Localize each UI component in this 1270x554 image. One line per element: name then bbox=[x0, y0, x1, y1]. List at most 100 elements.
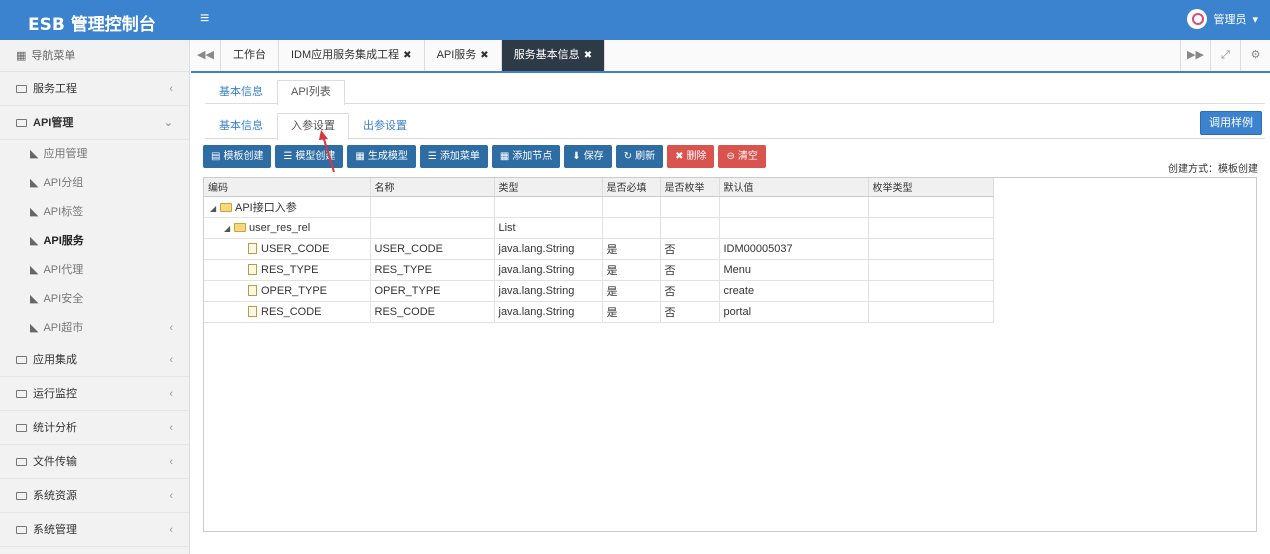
sidebar-item[interactable]: ◣ API代理 bbox=[0, 256, 189, 285]
column-header[interactable]: 编码 bbox=[204, 178, 371, 197]
table-cell: 是 bbox=[602, 301, 661, 323]
leaf-icon: ◣ bbox=[30, 322, 39, 334]
call-example-button[interactable]: 调用样例 bbox=[1200, 111, 1262, 135]
table-cell: create bbox=[719, 280, 869, 302]
param-tab[interactable]: 基本信息 bbox=[205, 113, 277, 138]
detail-tab[interactable]: 基本信息 bbox=[205, 80, 277, 103]
table-row[interactable]: RES_TYPE RES_TYPE java.lang.String 是否 Menu bbox=[204, 259, 994, 281]
sidebar-item[interactable]: ◣ API超市 ‹ bbox=[0, 314, 189, 343]
button-icon: ↻ bbox=[623, 151, 633, 162]
tree-expand-icon[interactable]: ◢ bbox=[224, 224, 234, 233]
detail-tab[interactable]: API列表 bbox=[277, 80, 345, 105]
sidebar-group[interactable]: 文件传输 ‹ bbox=[0, 445, 189, 479]
sidebar-group[interactable]: API管理 ⌄ bbox=[0, 106, 189, 140]
toolbar-button-label: 添加节点 bbox=[512, 151, 553, 162]
toolbar-button[interactable]: ▦ 生成模型 bbox=[347, 145, 416, 168]
leaf-icon: ◣ bbox=[30, 235, 39, 247]
table-cell: portal bbox=[719, 301, 869, 323]
table-cell: 是 bbox=[602, 259, 661, 281]
user-menu[interactable]: 管理员 ▾ bbox=[1187, 9, 1258, 29]
page-tab[interactable]: IDM应用服务集成工程 ✖ bbox=[279, 40, 425, 71]
button-icon: ⊖ bbox=[726, 151, 735, 162]
table-cell: OPER_TYPE bbox=[370, 280, 495, 302]
page-tab-bar: ◀◀ 工作台 IDM应用服务集成工程 ✖ API服务 ✖ 服务基本信息 ✖ ▶▶ ⤢ ⚙ bbox=[191, 40, 1270, 73]
sidebar-item-label: API标签 bbox=[43, 206, 84, 218]
table-row[interactable]: ◢ API接口入参 bbox=[204, 196, 994, 218]
toolbar-button-label: 模板创建 bbox=[223, 151, 264, 162]
page-tab[interactable]: API服务 ✖ bbox=[425, 40, 502, 71]
button-icon: ▦ bbox=[499, 151, 510, 162]
column-header[interactable]: 默认值 bbox=[719, 178, 869, 197]
close-icon[interactable]: ✖ bbox=[403, 50, 411, 61]
column-header[interactable]: 名称 bbox=[370, 178, 495, 197]
toolbar-button[interactable]: ☰ 添加菜单 bbox=[419, 145, 488, 168]
table-cell bbox=[868, 301, 994, 323]
sidebar-item[interactable]: ◣ API分组 bbox=[0, 169, 189, 198]
cell-text: user_res_rel bbox=[249, 221, 311, 234]
column-header[interactable]: 是否必填 bbox=[602, 178, 661, 197]
table-cell: RES_TYPE bbox=[204, 259, 371, 281]
table-row[interactable]: OPER_TYPE OPER_TYPE java.lang.String 是否 crea… bbox=[204, 280, 994, 302]
toolbar-button[interactable]: ✖ 删除 bbox=[667, 145, 715, 168]
table-cell: java.lang.String bbox=[494, 280, 603, 302]
sidebar-item-label: API分组 bbox=[43, 177, 84, 189]
table-row[interactable]: USER_CODE USER_CODE java.lang.String 是否 IDM0… bbox=[204, 238, 994, 260]
column-header[interactable]: 类型 bbox=[494, 178, 603, 197]
sidebar-group[interactable]: 统计分析 ‹ bbox=[0, 411, 189, 445]
toolbar-button[interactable]: ⬇ 保存 bbox=[564, 145, 612, 168]
hamburger-icon[interactable]: ≡ bbox=[200, 10, 209, 28]
chevron-left-icon: ‹ bbox=[169, 388, 173, 400]
toolbar-button[interactable]: ↻ 刷新 bbox=[615, 145, 664, 168]
button-icon: ⬇ bbox=[572, 151, 581, 162]
toolbar-button[interactable]: ▤ 模板创建 bbox=[203, 145, 272, 168]
close-icon[interactable]: ✖ bbox=[480, 50, 488, 61]
app-title: ESB 管理控制台 bbox=[28, 15, 156, 35]
cell-text: RES_TYPE bbox=[261, 263, 319, 276]
sidebar-group[interactable]: 运行监控 ‹ bbox=[0, 377, 189, 411]
table-cell: 否 bbox=[660, 301, 720, 323]
table-row[interactable]: RES_CODE RES_CODE java.lang.String 是否 portal bbox=[204, 301, 994, 323]
param-tab[interactable]: 入参设置 bbox=[277, 113, 349, 140]
sidebar-item[interactable]: ◣ API安全 bbox=[0, 285, 189, 314]
column-header[interactable]: 是否枚举 bbox=[660, 178, 720, 197]
table-cell bbox=[868, 259, 994, 281]
close-icon[interactable]: ✖ bbox=[584, 50, 592, 61]
sidebar-group-label: 运行监控 bbox=[33, 388, 77, 400]
sidebar: ▦ 导航菜单 服务工程 ‹ API管理 ⌄ ◣ 应用管理 ◣ API分组 ◣ API标签 ◣ API服务 ◣… bbox=[0, 40, 190, 554]
tab-prev-button[interactable]: ◀◀ bbox=[191, 40, 221, 71]
folder-icon bbox=[16, 526, 27, 535]
tab-next-button[interactable]: ▶▶ bbox=[1180, 40, 1210, 71]
toolbar-button-label: 保存 bbox=[583, 151, 604, 162]
sidebar-group[interactable]: 系统资源 ‹ bbox=[0, 479, 189, 513]
table-cell bbox=[868, 280, 994, 302]
folder-icon bbox=[234, 222, 246, 232]
fullscreen-icon[interactable]: ⤢ bbox=[1210, 40, 1240, 71]
toolbar-button-label: 添加菜单 bbox=[439, 151, 480, 162]
param-tab[interactable]: 出参设置 bbox=[349, 113, 421, 138]
table-row[interactable]: ◢ user_res_rel List bbox=[204, 217, 994, 239]
file-icon bbox=[248, 305, 257, 317]
grid-icon: ▦ bbox=[16, 50, 27, 62]
settings-icon[interactable]: ⚙ bbox=[1240, 40, 1270, 71]
sidebar-group-label: 统计分析 bbox=[33, 422, 77, 434]
folder-icon bbox=[16, 492, 27, 501]
page-tab[interactable]: 工作台 bbox=[221, 40, 279, 71]
table-cell bbox=[602, 217, 661, 239]
tree-expand-icon[interactable]: ◢ bbox=[210, 204, 220, 213]
table-cell bbox=[602, 196, 661, 218]
button-icon: ☰ bbox=[283, 151, 293, 162]
sidebar-group[interactable]: 系统管理 ‹ bbox=[0, 513, 189, 547]
table-cell: USER_CODE bbox=[370, 238, 495, 260]
column-header[interactable]: 枚举类型 bbox=[868, 178, 994, 197]
button-icon: ✖ bbox=[675, 151, 684, 162]
sidebar-group[interactable]: 应用集成 ‹ bbox=[0, 343, 189, 377]
sidebar-item[interactable]: ◣ API服务 bbox=[0, 227, 189, 256]
sidebar-item[interactable]: ◣ API标签 bbox=[0, 198, 189, 227]
sidebar-item[interactable]: ◣ 应用管理 bbox=[0, 140, 189, 169]
toolbar-button[interactable]: ⊖ 清空 bbox=[718, 145, 766, 168]
toolbar-button[interactable]: ▦ 添加节点 bbox=[491, 145, 561, 168]
page-tab[interactable]: 服务基本信息 ✖ bbox=[501, 40, 606, 71]
sidebar-group[interactable]: 服务工程 ‹ bbox=[0, 72, 189, 106]
grid-toolbar: ▤ 模板创建 ☰ 模型创建 ▦ 生成模型 ☰ 添加菜单 ▦ 添加节点 ⬇ 保存 ↻ 刷新 ✖ 删除 ⊖ 清空 bbox=[203, 145, 766, 168]
table-cell: OPER_TYPE bbox=[204, 280, 371, 302]
